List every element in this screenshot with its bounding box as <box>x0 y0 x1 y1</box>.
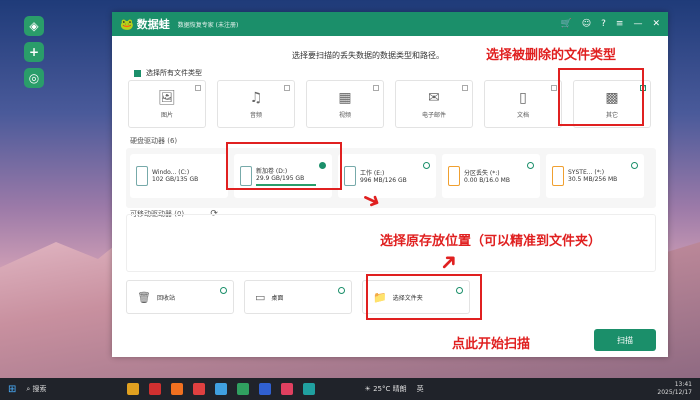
file-type-label: 视频 <box>338 111 351 119</box>
location-label: 回收站 <box>156 294 175 302</box>
app-subtitle: 数据恢复专家 (未注册) <box>177 21 239 29</box>
annotation-location-note: 选择原存放位置（可以精准到文件夹） <box>380 234 602 249</box>
location-recycle-bin[interactable]: 🗑 回收站 <box>126 280 234 314</box>
app-name: 数据蛙 <box>136 18 170 31</box>
file-type-audio[interactable]: ♫ 音频 <box>217 80 295 128</box>
close-icon[interactable]: ✕ <box>652 19 660 29</box>
weather-label: 25°C 晴朗 <box>373 385 407 393</box>
drive-name: Windo... (C:) <box>152 169 190 176</box>
drive-icon <box>136 166 148 186</box>
desktop-app-icon-2[interactable]: + <box>24 42 44 62</box>
desktop-icon: ▭ <box>255 290 266 304</box>
annotation-box-drive <box>226 142 342 190</box>
windows-start-icon[interactable]: ⊞ <box>8 384 16 395</box>
file-type-video[interactable]: ▦ 视频 <box>306 80 384 128</box>
checkbox-icon <box>134 69 141 77</box>
app-logo: 🐸 数据蛙 <box>120 16 170 32</box>
file-type-label: 音频 <box>249 111 262 119</box>
desktop-app-icon-1[interactable]: ◈ <box>24 16 44 36</box>
taskbar-search[interactable]: ⌕ 搜索 <box>26 384 46 394</box>
drive-system[interactable]: SYSTE... (*:) 30.5 MB/256 MB <box>546 154 644 198</box>
location-label: 桌面 <box>271 294 284 302</box>
taskbar-app-icon[interactable] <box>280 383 293 395</box>
type-checkbox[interactable] <box>284 85 290 91</box>
drive-list: Windo... (C:) 102 GB/135 GB 新加卷 (D:) 29.… <box>130 154 644 198</box>
menu-icon[interactable]: ≡ <box>616 19 624 29</box>
cart-icon[interactable]: 🛒 <box>561 19 572 29</box>
drive-icon <box>552 166 564 186</box>
drive-e[interactable]: 工作 (E:) 996 MB/126 GB <box>338 154 436 198</box>
drive-radio[interactable] <box>631 162 638 169</box>
scan-button[interactable]: 扫描 <box>594 329 656 351</box>
title-bar: 🐸 数据蛙 数据恢复专家 (未注册) 🛒 ☺ ? ≡ — ✕ <box>112 12 668 36</box>
drive-size: 996 MB/126 GB <box>360 177 407 184</box>
taskbar: ⊞ ⌕ 搜索 ☀ 25°C 晴朗 英 13:41 2025/12/17 <box>0 378 700 400</box>
taskbar-app-icon[interactable] <box>236 383 249 395</box>
recycle-bin-icon: 🗑 <box>137 290 151 304</box>
frog-logo-icon: 🐸 <box>120 17 134 31</box>
desktop-app-icon-3[interactable]: ◎ <box>24 68 44 88</box>
taskbar-app-icon[interactable] <box>170 383 183 395</box>
hard-drives-header: 硬盘驱动器 (6) <box>130 137 178 145</box>
user-icon[interactable]: ☺ <box>582 19 591 29</box>
drive-name: 工作 (E:) <box>360 170 385 177</box>
drive-size: 30.5 MB/256 MB <box>568 176 618 183</box>
help-icon[interactable]: ? <box>601 19 606 29</box>
taskbar-app-icon[interactable] <box>192 383 205 395</box>
location-radio[interactable] <box>220 287 227 294</box>
annotation-box-folder <box>366 274 482 320</box>
mail-icon: ✉ <box>428 89 440 106</box>
file-type-email[interactable]: ✉ 电子邮件 <box>395 80 473 128</box>
drive-name: SYSTE... (*:) <box>568 169 605 176</box>
clock-time: 13:41 <box>674 381 692 388</box>
select-all-checkbox[interactable]: 选择所有文件类型 <box>134 68 202 78</box>
file-type-label: 电子邮件 <box>421 111 446 119</box>
location-radio[interactable] <box>338 287 345 294</box>
annotation-scan-note: 点此开始扫描 <box>452 337 531 352</box>
drive-radio[interactable] <box>423 162 430 169</box>
type-checkbox[interactable] <box>195 85 201 91</box>
taskbar-app-icon[interactable] <box>258 383 271 395</box>
annotation-type-note: 选择被删除的文件类型 <box>486 48 617 63</box>
weather-widget[interactable]: ☀ 25°C 晴朗 <box>365 384 407 394</box>
scan-prompt: 选择要扫描的丢失数据的数据类型和路径。 <box>292 51 444 60</box>
file-type-document[interactable]: ▯ 文档 <box>484 80 562 128</box>
select-all-label: 选择所有文件类型 <box>146 69 202 77</box>
taskbar-app-icon[interactable] <box>302 383 315 395</box>
file-type-label: 图片 <box>160 111 173 119</box>
drive-icon <box>344 166 356 186</box>
document-icon: ▯ <box>519 89 527 106</box>
drive-c[interactable]: Windo... (C:) 102 GB/135 GB <box>130 154 228 198</box>
drive-name: 分区丢失 (*:) <box>464 170 500 177</box>
type-checkbox[interactable] <box>373 85 379 91</box>
music-icon: ♫ <box>249 89 263 106</box>
location-desktop[interactable]: ▭ 桌面 <box>244 280 352 314</box>
image-icon: 🖼 <box>158 89 176 106</box>
clock-date: 2025/12/17 <box>657 389 692 396</box>
drive-size: 102 GB/135 GB <box>152 176 199 183</box>
taskbar-app-icon[interactable] <box>126 383 139 395</box>
taskbar-app-icon[interactable] <box>148 383 161 395</box>
search-label: 搜索 <box>32 385 47 393</box>
ime-indicator[interactable]: 英 <box>417 384 424 394</box>
drive-icon <box>448 166 460 186</box>
type-checkbox[interactable] <box>462 85 468 91</box>
file-type-label: 文档 <box>516 111 529 119</box>
annotation-box-type <box>558 68 644 126</box>
minimize-icon[interactable]: — <box>633 19 642 29</box>
type-checkbox[interactable] <box>551 85 557 91</box>
drive-radio[interactable] <box>527 162 534 169</box>
taskbar-app-icon[interactable] <box>214 383 227 395</box>
video-icon: ▦ <box>338 89 352 106</box>
file-type-image[interactable]: 🖼 图片 <box>128 80 206 128</box>
drive-lost-partition[interactable]: 分区丢失 (*:) 0.00 B/16.0 MB <box>442 154 540 198</box>
taskbar-clock[interactable]: 13:41 2025/12/17 <box>657 381 692 397</box>
drive-size: 0.00 B/16.0 MB <box>464 177 510 184</box>
